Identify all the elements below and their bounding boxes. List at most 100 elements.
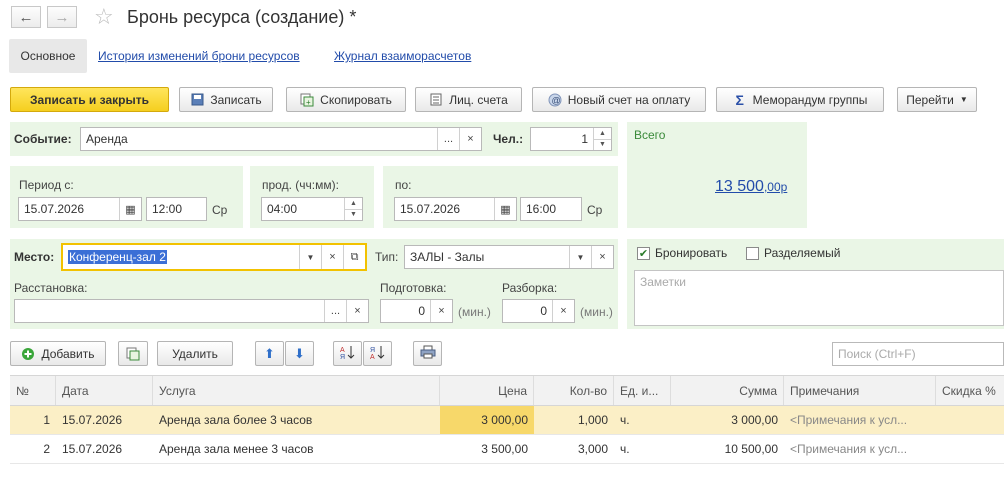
- empty-checkbox-icon: [746, 246, 759, 260]
- cell-qty[interactable]: 3,000: [534, 435, 614, 463]
- place-open-button[interactable]: ⧉: [343, 245, 365, 269]
- add-label: Добавить: [41, 346, 95, 361]
- move-down-button[interactable]: ⬇: [285, 341, 314, 366]
- period-from-time-field[interactable]: 12:00: [146, 197, 207, 221]
- cell-date[interactable]: 15.07.2026: [56, 435, 153, 463]
- star-icon[interactable]: ☆: [94, 4, 114, 30]
- tab-settlements[interactable]: Журнал взаиморасчетов: [334, 49, 471, 63]
- duration-stepper[interactable]: 04:00 ▲ ▼: [261, 197, 363, 221]
- type-clear-button[interactable]: ×: [591, 246, 613, 268]
- cell-service[interactable]: Аренда зала более 3 часов: [153, 406, 440, 434]
- print-icon: [420, 345, 436, 362]
- place-field[interactable]: Конференц-зал 2 ▼ × ⧉: [61, 243, 367, 271]
- cell-price[interactable]: 3 500,00: [440, 435, 534, 463]
- tab-history[interactable]: История изменений брони ресурсов: [98, 49, 300, 63]
- table-row[interactable]: 2 15.07.2026 Аренда зала менее 3 часов 3…: [10, 435, 1004, 464]
- calendar-icon[interactable]: ▦: [494, 198, 516, 220]
- svg-text:+: +: [306, 98, 311, 107]
- place-clear-button[interactable]: ×: [321, 245, 343, 269]
- cell-price[interactable]: 3 000,00: [440, 406, 534, 434]
- place-label: Место:: [14, 250, 55, 264]
- cell-unit[interactable]: ч.: [614, 435, 671, 463]
- delete-row-button[interactable]: Удалить: [157, 341, 233, 366]
- tab-main[interactable]: Основное: [9, 39, 87, 73]
- teardown-field[interactable]: 0 ×: [502, 299, 575, 323]
- copy-button[interactable]: + Скопировать: [286, 87, 406, 112]
- type-dropdown-button[interactable]: ▼: [569, 246, 591, 268]
- event-value: Аренда: [86, 132, 128, 146]
- new-invoice-label: Новый счет на оплату: [567, 92, 691, 107]
- shared-checkbox[interactable]: Разделяемый: [746, 246, 840, 260]
- col-date[interactable]: Дата: [56, 376, 153, 405]
- persons-stepper[interactable]: 1 ▲ ▼: [530, 127, 612, 151]
- goto-menu-button[interactable]: Перейти ▼: [897, 87, 977, 112]
- table-row[interactable]: 1 15.07.2026 Аренда зала более 3 часов 3…: [10, 406, 1004, 435]
- new-invoice-button[interactable]: @ Новый счет на оплату: [532, 87, 706, 112]
- copy-row-icon: [126, 347, 140, 361]
- cell-unit[interactable]: ч.: [614, 406, 671, 434]
- cell-qty[interactable]: 1,000: [534, 406, 614, 434]
- total-amount-link[interactable]: 13 500,00р: [715, 178, 787, 196]
- persons-spin[interactable]: ▲ ▼: [593, 128, 611, 150]
- col-discount[interactable]: Скидка %: [936, 376, 1004, 405]
- cell-number: 2: [43, 442, 50, 456]
- cell-discount[interactable]: [936, 406, 1004, 434]
- sigma-icon: Σ: [735, 91, 744, 108]
- sort-desc-button[interactable]: ЯА: [363, 341, 392, 366]
- cell-notes[interactable]: <Примечания к усл...: [784, 406, 936, 434]
- forward-button[interactable]: →: [47, 6, 77, 28]
- svg-text:Я: Я: [370, 347, 375, 354]
- arrangement-select-button[interactable]: ...: [324, 300, 346, 322]
- save-close-label: Записать и закрыть: [30, 92, 149, 107]
- cell-notes[interactable]: <Примечания к усл...: [784, 435, 936, 463]
- col-service[interactable]: Услуга: [153, 376, 440, 405]
- type-value: ЗАЛЫ - Залы: [410, 250, 485, 264]
- accounts-button[interactable]: Лиц. счета: [415, 87, 522, 112]
- cell-date[interactable]: 15.07.2026: [56, 406, 153, 434]
- period-from-date-field[interactable]: 15.07.2026 ▦: [18, 197, 142, 221]
- type-field[interactable]: ЗАЛЫ - Залы ▼ ×: [404, 245, 614, 269]
- period-to-date-field[interactable]: 15.07.2026 ▦: [394, 197, 517, 221]
- duration-spin[interactable]: ▲ ▼: [344, 198, 362, 220]
- print-button[interactable]: [413, 341, 442, 366]
- arrangement-label: Расстановка:: [14, 281, 88, 295]
- save-close-button[interactable]: Записать и закрыть: [10, 87, 169, 112]
- back-button[interactable]: ←: [11, 6, 41, 28]
- add-row-button[interactable]: Добавить: [10, 341, 106, 366]
- save-button[interactable]: Записать: [179, 87, 273, 112]
- col-number[interactable]: №: [10, 376, 56, 405]
- copy-row-button[interactable]: [118, 341, 148, 366]
- arrangement-clear-button[interactable]: ×: [346, 300, 368, 322]
- cell-sum[interactable]: 10 500,00: [671, 435, 784, 463]
- col-notes[interactable]: Примечания: [784, 376, 936, 405]
- cell-discount[interactable]: [936, 435, 1004, 463]
- book-checkbox[interactable]: ✔ Бронировать: [637, 246, 727, 260]
- prep-field[interactable]: 0 ×: [380, 299, 453, 323]
- event-field[interactable]: Аренда ... ×: [80, 127, 482, 151]
- place-dropdown-button[interactable]: ▼: [299, 245, 321, 269]
- event-clear-button[interactable]: ×: [459, 128, 481, 150]
- col-unit[interactable]: Ед. и...: [614, 376, 671, 405]
- notes-textarea[interactable]: Заметки: [634, 270, 1004, 326]
- search-input[interactable]: Поиск (Ctrl+F): [832, 342, 1004, 366]
- cell-service[interactable]: Аренда зала менее 3 часов: [153, 435, 440, 463]
- cell-sum[interactable]: 3 000,00: [671, 406, 784, 434]
- search-placeholder: Поиск (Ctrl+F): [838, 347, 916, 361]
- group-memo-button[interactable]: Σ Меморандум группы: [716, 87, 884, 112]
- col-sum[interactable]: Сумма: [671, 376, 784, 405]
- event-select-button[interactable]: ...: [437, 128, 459, 150]
- table-header: № Дата Услуга Цена Кол-во Ед. и... Сумма…: [10, 375, 1004, 406]
- sort-asc-button[interactable]: АЯ: [333, 341, 362, 366]
- col-qty[interactable]: Кол-во: [534, 376, 614, 405]
- copy-label: Скопировать: [320, 92, 392, 107]
- col-price[interactable]: Цена: [440, 376, 534, 405]
- total-main: 13 500: [715, 178, 764, 195]
- arrangement-field[interactable]: ... ×: [14, 299, 369, 323]
- move-down-icon: ⬇: [294, 345, 305, 361]
- period-to-time-field[interactable]: 16:00: [520, 197, 582, 221]
- prep-clear-button[interactable]: ×: [430, 300, 452, 322]
- svg-text:А: А: [370, 354, 375, 360]
- calendar-icon[interactable]: ▦: [119, 198, 141, 220]
- move-up-button[interactable]: ⬆: [255, 341, 284, 366]
- teardown-clear-button[interactable]: ×: [552, 300, 574, 322]
